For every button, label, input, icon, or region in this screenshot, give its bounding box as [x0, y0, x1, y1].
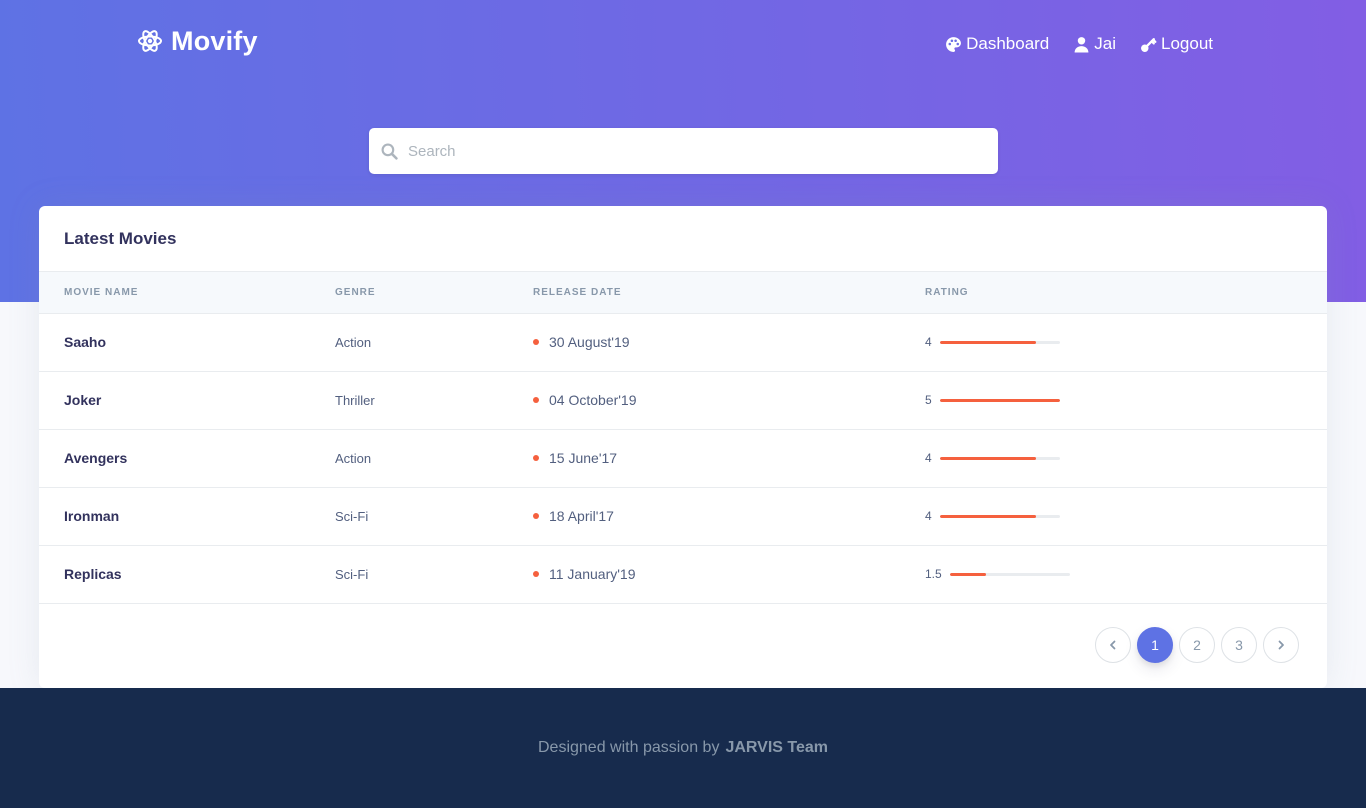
- movie-genre: Action: [335, 429, 533, 488]
- nav-user-label: Jai: [1094, 34, 1116, 53]
- brand-name: Movify: [171, 25, 258, 56]
- release-date-cell: 18 April'17: [533, 487, 925, 546]
- rating-cell: 5: [925, 371, 1327, 430]
- rating-cell: 4: [925, 487, 1327, 546]
- table-row[interactable]: Joker Thriller 04 October'19 5: [39, 371, 1327, 430]
- rating-value: 4: [925, 451, 932, 465]
- footer-team-link[interactable]: JARVIS Team: [725, 739, 828, 757]
- page-button-3[interactable]: 3: [1221, 627, 1257, 663]
- movie-genre: Sci-Fi: [335, 545, 533, 604]
- release-date: 15 June'17: [549, 450, 618, 466]
- column-header-movie-name: Movie Name: [39, 272, 335, 314]
- release-date: 18 April'17: [549, 508, 614, 524]
- brand-logo[interactable]: Movify: [137, 24, 258, 58]
- page-button-2[interactable]: 2: [1179, 627, 1215, 663]
- rating-value: 4: [925, 509, 932, 523]
- release-date-cell: 30 August'19: [533, 313, 925, 372]
- status-dot: [533, 571, 539, 577]
- column-header-genre: Genre: [335, 272, 533, 314]
- movies-table: Movie Name Genre Release Date Rating Saa…: [39, 272, 1327, 604]
- rating-cell: 4: [925, 313, 1327, 372]
- column-header-rating: Rating: [925, 272, 1327, 314]
- key-icon: [1141, 37, 1157, 52]
- search-input[interactable]: [408, 128, 998, 174]
- release-date-cell: 04 October'19: [533, 371, 925, 430]
- status-dot: [533, 397, 539, 403]
- table-header-row: Movie Name Genre Release Date Rating: [39, 272, 1327, 314]
- prev-page-button[interactable]: [1095, 627, 1131, 663]
- table-row[interactable]: Replicas Sci-Fi 11 January'19 1.5: [39, 545, 1327, 604]
- table-row[interactable]: Ironman Sci-Fi 18 April'17 4: [39, 487, 1327, 546]
- column-header-release-date: Release Date: [533, 272, 925, 314]
- chevron-left-icon: [1110, 640, 1116, 650]
- release-date: 04 October'19: [549, 392, 637, 408]
- card-title: Latest Movies: [64, 228, 177, 248]
- nav-dashboard[interactable]: Dashboard: [945, 34, 1049, 54]
- top-nav: Dashboard Jai Logout: [945, 32, 1213, 56]
- rating-bar-fill: [949, 572, 986, 576]
- rating-cell: 4: [925, 429, 1327, 488]
- table-row[interactable]: Avengers Action 15 June'17 4: [39, 429, 1327, 488]
- footer: Designed with passion by JARVIS Team: [0, 688, 1366, 808]
- nav-logout-label: Logout: [1161, 34, 1213, 53]
- rating-bar-fill: [939, 340, 1036, 344]
- release-date: 30 August'19: [549, 334, 630, 350]
- rating-bar-fill: [939, 514, 1036, 518]
- user-icon: [1074, 36, 1089, 52]
- page-button-1[interactable]: 1: [1137, 627, 1173, 663]
- movie-name: Ironman: [39, 487, 335, 546]
- rating-bar: [949, 572, 1070, 576]
- table-row[interactable]: Saaho Action 30 August'19 4: [39, 313, 1327, 372]
- movie-genre: Sci-Fi: [335, 487, 533, 546]
- next-page-button[interactable]: [1263, 627, 1299, 663]
- status-dot: [533, 513, 539, 519]
- movie-genre: Thriller: [335, 371, 533, 430]
- nav-user[interactable]: Jai: [1073, 34, 1116, 54]
- rating-bar: [939, 456, 1060, 460]
- nav-logout[interactable]: Logout: [1140, 34, 1213, 54]
- atom-icon: [138, 30, 162, 52]
- movie-name: Replicas: [39, 545, 335, 604]
- rating-bar-fill: [939, 456, 1036, 460]
- status-dot: [533, 455, 539, 461]
- latest-movies-card: Latest Movies Movie Name Genre Release D…: [39, 206, 1327, 688]
- rating-bar: [939, 340, 1060, 344]
- movie-genre: Action: [335, 313, 533, 372]
- rating-value: 5: [925, 393, 932, 407]
- rating-value: 4: [925, 335, 932, 349]
- rating-bar-fill: [939, 398, 1060, 402]
- release-date-cell: 11 January'19: [533, 545, 925, 604]
- palette-icon: [946, 36, 962, 52]
- rating-bar: [939, 514, 1060, 518]
- search-icon: [381, 143, 398, 160]
- movie-name: Avengers: [39, 429, 335, 488]
- card-header: Latest Movies: [39, 206, 1327, 272]
- release-date: 11 January'19: [549, 566, 636, 582]
- movie-name: Joker: [39, 371, 335, 430]
- nav-dashboard-label: Dashboard: [966, 34, 1050, 53]
- footer-text: Designed with passion by: [538, 739, 720, 756]
- chevron-right-icon: [1278, 640, 1284, 650]
- search-bar: [369, 128, 998, 174]
- rating-cell: 1.5: [925, 545, 1327, 604]
- rating-bar: [939, 398, 1060, 402]
- movie-name: Saaho: [39, 313, 335, 372]
- pagination: 1 2 3: [1095, 627, 1299, 663]
- rating-value: 1.5: [925, 567, 942, 581]
- release-date-cell: 15 June'17: [533, 429, 925, 488]
- status-dot: [533, 339, 539, 345]
